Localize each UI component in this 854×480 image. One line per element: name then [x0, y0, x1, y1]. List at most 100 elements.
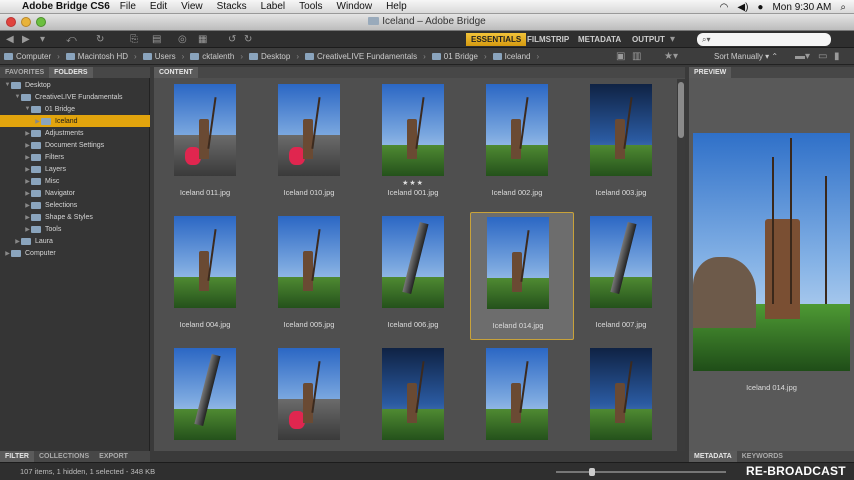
workspace-metadata[interactable]: METADATA	[573, 33, 626, 46]
scrollbar-thumb[interactable]	[678, 82, 684, 138]
disclosure-closed-icon[interactable]: ▶	[34, 118, 41, 125]
breadcrumb-user-home[interactable]: cktalenth ›	[190, 52, 243, 61]
thumbnail[interactable]: Iceland 003.jpg	[574, 80, 678, 208]
rotate-ccw-icon[interactable]: ↺	[228, 34, 236, 45]
tab-folders[interactable]: FOLDERS	[49, 67, 93, 78]
folder-tree-item[interactable]: ▶ Layers	[0, 163, 150, 175]
output-icon[interactable]: ▦	[198, 34, 207, 45]
rating-filter-star-icon[interactable]: ★▾	[664, 51, 678, 62]
recent-folders-icon[interactable]: ▾	[40, 34, 45, 45]
menu-label[interactable]: Label	[261, 1, 285, 12]
breadcrumb-iceland[interactable]: Iceland ›	[492, 52, 539, 61]
forward-arrow-icon[interactable]: ▶	[22, 34, 30, 45]
tab-preview[interactable]: PREVIEW	[689, 67, 732, 78]
disclosure-closed-icon[interactable]: ▶	[24, 202, 31, 209]
thumbnail[interactable]: Iceland 002.jpg	[470, 80, 574, 208]
spotlight-icon[interactable]: ⌕	[840, 2, 846, 13]
thumbnail[interactable]: Iceland 006.jpg	[366, 212, 470, 340]
breadcrumb-macintosh-hd[interactable]: Macintosh HD ›	[65, 52, 137, 61]
breadcrumb-desktop[interactable]: Desktop ›	[248, 52, 299, 61]
thumbnail[interactable]	[574, 344, 678, 451]
clock[interactable]: Mon 9:30 AM	[772, 2, 831, 13]
thumbnail[interactable]: Iceland 011.jpg	[158, 80, 262, 208]
search-input[interactable]: ⌕▾	[697, 33, 831, 46]
thumbnail[interactable]	[470, 344, 574, 451]
wifi-icon[interactable]: ◠	[720, 2, 729, 13]
rotate-icon[interactable]: ↻	[96, 34, 104, 45]
disclosure-closed-icon[interactable]: ▶	[24, 154, 31, 161]
disclosure-open-icon[interactable]: ▼	[14, 94, 21, 100]
folder-tree-item[interactable]: ▶ Adjustments	[0, 127, 150, 139]
disclosure-closed-icon[interactable]: ▶	[24, 166, 31, 173]
menu-view[interactable]: View	[181, 1, 203, 12]
disclosure-closed-icon[interactable]: ▶	[24, 226, 31, 233]
content-scrollbar[interactable]	[677, 79, 685, 451]
workspace-output[interactable]: OUTPUT	[627, 33, 670, 46]
preview-image[interactable]	[693, 133, 850, 371]
disclosure-closed-icon[interactable]: ▶	[24, 190, 31, 197]
thumbnail[interactable]: Iceland 007.jpg	[574, 212, 678, 340]
thumbnail[interactable]	[366, 344, 470, 451]
folder-tree-item[interactable]: ▶ Laura	[0, 235, 150, 247]
menu-help[interactable]: Help	[386, 1, 407, 12]
folder-tree-item[interactable]: ▶ Filters	[0, 151, 150, 163]
tab-collections[interactable]: COLLECTIONS	[34, 451, 94, 462]
workspace-menu-chevron-icon[interactable]: ▾	[670, 34, 675, 45]
disclosure-closed-icon[interactable]: ▶	[24, 214, 31, 221]
tab-favorites[interactable]: FAVORITES	[0, 67, 49, 78]
thumbnail[interactable]	[262, 344, 366, 451]
thumbnail[interactable]: ★★★ Iceland 001.jpg	[366, 80, 470, 208]
quality-options-icon[interactable]: ▣	[616, 51, 625, 62]
disclosure-open-icon[interactable]: ▼	[4, 82, 11, 88]
breadcrumb-creativelive[interactable]: CreativeLIVE Fundamentals ›	[305, 52, 426, 61]
open-recent-icon[interactable]: ▬▾	[795, 51, 810, 62]
volume-icon[interactable]: ◀)	[737, 2, 748, 13]
menu-tools[interactable]: Tools	[299, 1, 322, 12]
app-menu[interactable]: Adobe Bridge CS6	[22, 1, 110, 12]
folder-tree-item[interactable]: ▶ Computer	[0, 247, 150, 259]
tab-filter[interactable]: FILTER	[0, 451, 34, 462]
tab-export[interactable]: EXPORT	[94, 451, 133, 462]
disclosure-closed-icon[interactable]: ▶	[24, 178, 31, 185]
folder-tree-item[interactable]: ▶ Iceland	[0, 115, 150, 127]
thumbnail[interactable]: Iceland 005.jpg	[262, 212, 366, 340]
disclosure-open-icon[interactable]: ▼	[24, 106, 31, 112]
boomerang-icon[interactable]: ⤺	[66, 34, 77, 45]
slider-knob[interactable]	[588, 468, 595, 476]
user-icon[interactable]: ●	[757, 2, 763, 13]
disclosure-closed-icon[interactable]: ▶	[24, 130, 31, 137]
tab-keywords[interactable]: KEYWORDS	[737, 451, 788, 462]
folder-tree-item[interactable]: ▼ Desktop	[0, 79, 150, 91]
workspace-essentials[interactable]: ESSENTIALS	[466, 33, 527, 46]
breadcrumb-01-bridge[interactable]: 01 Bridge ›	[431, 52, 487, 61]
disclosure-closed-icon[interactable]: ▶	[14, 238, 21, 245]
thumbnail[interactable]: Iceland 014.jpg	[470, 212, 574, 340]
trash-icon[interactable]: ▮	[834, 51, 840, 62]
thumbnail[interactable]: Iceland 004.jpg	[158, 212, 262, 340]
open-in-camera-raw-icon[interactable]: ◎	[178, 34, 187, 45]
thumbnail-size-slider[interactable]	[556, 468, 726, 476]
preview-quality-icon[interactable]: ▥	[632, 51, 641, 62]
thumbnail[interactable]	[158, 344, 262, 451]
folder-tree-item[interactable]: ▶ Document Settings	[0, 139, 150, 151]
star-rating[interactable]: ★★★	[366, 179, 460, 187]
disclosure-closed-icon[interactable]: ▶	[4, 250, 11, 257]
folder-tree-item[interactable]: ▶ Misc	[0, 175, 150, 187]
sort-dropdown[interactable]: Sort Manually ▾ ⌃	[714, 52, 778, 61]
thumbnail[interactable]: Iceland 010.jpg	[262, 80, 366, 208]
back-arrow-icon[interactable]: ◀	[6, 34, 14, 45]
workspace-filmstrip[interactable]: FILMSTRIP	[522, 33, 574, 46]
rotate-cw-icon[interactable]: ↻	[244, 34, 252, 45]
folder-tree-item[interactable]: ▶ Navigator	[0, 187, 150, 199]
breadcrumb-computer[interactable]: Computer ›	[4, 52, 60, 61]
new-folder-icon[interactable]: ▭	[818, 51, 827, 62]
folder-tree-item[interactable]: ▶ Shape & Styles	[0, 211, 150, 223]
folder-tree-item[interactable]: ▶ Selections	[0, 199, 150, 211]
menu-stacks[interactable]: Stacks	[217, 1, 247, 12]
menu-file[interactable]: File	[120, 1, 136, 12]
folder-tree-item[interactable]: ▶ Tools	[0, 223, 150, 235]
folder-tree-item[interactable]: ▼ CreativeLIVE Fundamentals	[0, 91, 150, 103]
folder-tree-item[interactable]: ▼ 01 Bridge	[0, 103, 150, 115]
get-photos-icon[interactable]: ⎘	[130, 34, 138, 45]
menu-window[interactable]: Window	[337, 1, 373, 12]
